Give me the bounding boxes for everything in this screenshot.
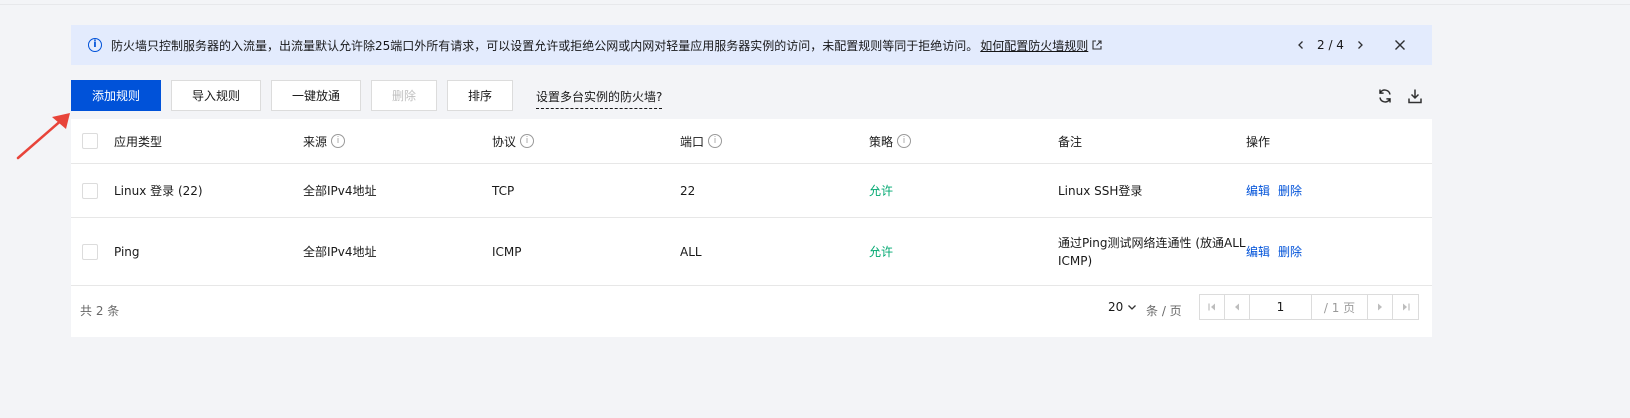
page-number-input[interactable] [1250,295,1312,319]
cell-app-type: Linux 登录 (22) [114,184,203,198]
prev-page-icon[interactable] [1225,295,1250,319]
header-port: 端口 i [680,119,723,163]
firewall-rule-help-link[interactable]: 如何配置防火墙规则 [980,37,1088,54]
first-page-icon[interactable] [1200,295,1225,319]
annotation-arrow [16,113,70,160]
add-rule-button[interactable]: 添加规则 [71,80,161,111]
cell-source: 全部IPv4地址 [303,184,377,198]
help-icon[interactable]: i [520,134,535,148]
header-protocol-label: 协议 [492,134,517,149]
total-count: 共 2 条 [80,304,120,318]
page-size-value: 20 [1108,300,1124,314]
header-policy: 策略 i [869,119,912,163]
pagination: / 1 页 [1199,294,1419,320]
header-actions: 操作 [1246,134,1271,149]
edit-link[interactable]: 编辑 [1246,243,1270,260]
delete-link[interactable]: 删除 [1278,243,1302,260]
close-icon[interactable] [1393,38,1407,52]
cell-policy: 允许 [869,184,894,198]
header-port-label: 端口 [680,134,705,149]
edit-link[interactable]: 编辑 [1246,182,1270,199]
table-header-row: 应用类型 来源 i 协议 i 端口 i 策略 i 备注 操作 [71,119,1432,164]
header-remark: 备注 [1058,134,1083,149]
cell-protocol: TCP [492,183,515,198]
multi-instance-firewall-link[interactable]: 设置多台实例的防火墙? [536,88,663,109]
firewall-notice-banner: i 防火墙只控制服务器的入流量，出流量默认允许除25端口外所有请求，可以设置允许… [71,25,1432,65]
delete-button[interactable]: 删除 [371,80,437,111]
chevron-right-icon[interactable] [1353,38,1367,52]
total-pages: / 1 页 [1312,295,1368,319]
next-page-icon[interactable] [1368,295,1393,319]
table-row: Ping 全部IPv4地址 ICMP ALL 允许 通过Ping测试网络连通性 … [71,218,1432,286]
top-divider [0,4,1630,5]
help-icon[interactable]: i [897,134,912,148]
cell-port: 22 [680,183,696,198]
per-page-label: 条 / 页 [1146,304,1182,318]
help-icon[interactable]: i [708,134,723,148]
last-page-icon[interactable] [1393,295,1418,319]
import-rule-button[interactable]: 导入规则 [171,80,261,111]
delete-link[interactable]: 删除 [1278,182,1302,199]
table-row: Linux 登录 (22) 全部IPv4地址 TCP 22 允许 Linux S… [71,164,1432,218]
select-all-checkbox[interactable] [82,133,98,149]
row-checkbox[interactable] [82,183,98,199]
sort-button[interactable]: 排序 [447,80,513,111]
refresh-icon[interactable] [1376,87,1394,105]
header-policy-label: 策略 [869,134,894,149]
cell-actions: 编辑 删除 [1246,218,1310,285]
one-click-allow-button[interactable]: 一键放通 [271,80,361,111]
row-checkbox[interactable] [82,244,98,260]
cell-port: ALL [680,244,702,259]
cell-policy: 允许 [869,245,894,259]
notice-page-indicator: 2 / 4 [1317,38,1344,52]
firewall-rules-table: 应用类型 来源 i 协议 i 端口 i 策略 i 备注 操作 Linux 登录 … [71,119,1432,337]
header-protocol: 协议 i [492,119,535,163]
notice-pager: 2 / 4 [1294,25,1367,65]
info-icon: i [88,38,102,52]
cell-protocol: ICMP [492,244,522,259]
chevron-left-icon[interactable] [1294,38,1308,52]
notice-message: 防火墙只控制服务器的入流量，出流量默认允许除25端口外所有请求，可以设置允许或拒… [111,38,979,53]
header-app-type: 应用类型 [114,134,163,149]
cell-app-type: Ping [114,244,140,259]
header-source: 来源 i [303,119,346,163]
cell-remark: Linux SSH登录 [1058,184,1143,198]
download-icon[interactable] [1406,87,1424,105]
cell-remark: 通过Ping测试网络连通性 (放通ALL ICMP) [1058,235,1246,268]
external-link-icon[interactable] [1091,39,1103,51]
chevron-down-icon [1128,305,1137,310]
page-size-select[interactable]: 20 [1108,300,1137,314]
help-icon[interactable]: i [331,134,346,148]
header-source-label: 来源 [303,134,328,149]
cell-actions: 编辑 删除 [1246,164,1310,217]
cell-source: 全部IPv4地址 [303,245,377,259]
